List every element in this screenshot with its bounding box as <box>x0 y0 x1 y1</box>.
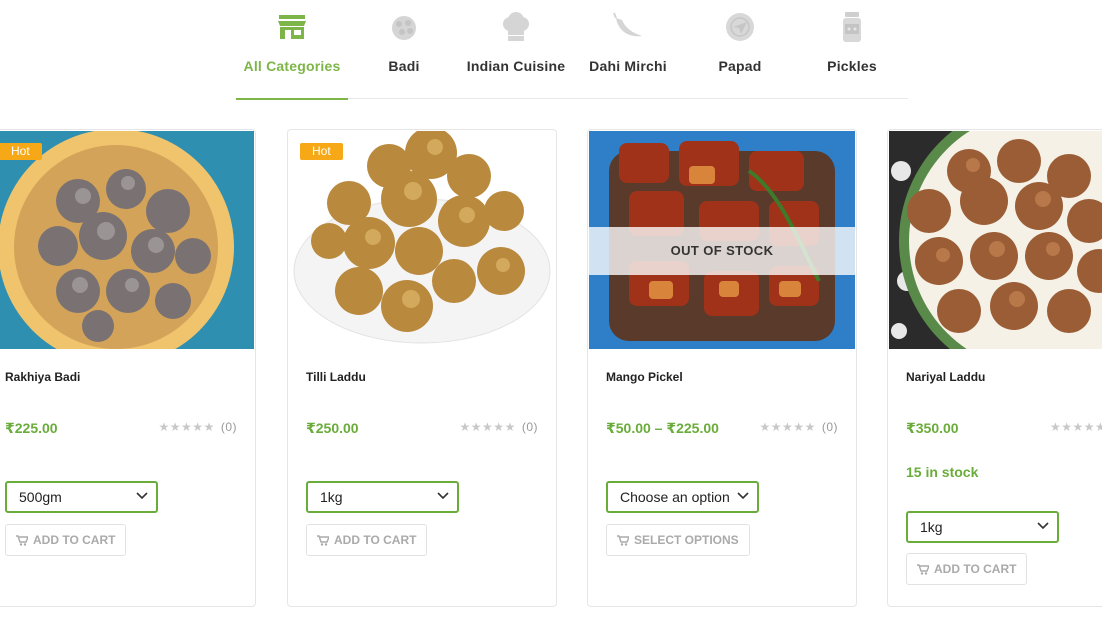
tab-papad[interactable]: Papad <box>684 0 796 99</box>
select-value: 1kg <box>320 489 343 505</box>
select-value: 500gm <box>19 489 62 505</box>
option-select[interactable]: Choose an option <box>606 481 759 513</box>
tab-dahi-mirchi[interactable]: Dahi Mirchi <box>572 0 684 99</box>
hot-badge: Hot <box>0 143 42 160</box>
chef-hat-icon <box>503 12 529 41</box>
product-card-tilli-laddu: Hot Tilli Laddu ₹250.00 ★★★★★ (0) 1kg ADD… <box>287 129 557 607</box>
chevron-down-icon <box>136 492 148 500</box>
product-price: ₹225.00 <box>5 420 58 436</box>
hot-badge: Hot <box>300 143 343 160</box>
button-label: SELECT OPTIONS <box>634 533 739 547</box>
star-rating: ★★★★★ <box>1050 420 1102 434</box>
tab-label: Badi <box>388 58 420 74</box>
product-card-nariyal-laddu: Nariyal Laddu ₹350.00 ★★★★★ 15 in stock … <box>887 129 1102 607</box>
tab-label: Dahi Mirchi <box>589 58 667 74</box>
star-rating: ★★★★★ (0) <box>459 420 538 434</box>
product-title[interactable]: Tilli Laddu <box>306 370 366 384</box>
product-price: ₹50.00 – ₹225.00 <box>606 420 719 436</box>
chevron-down-icon <box>1037 522 1049 530</box>
rating-count: (0) <box>220 420 237 434</box>
add-to-cart-button[interactable]: ADD TO CART <box>906 553 1028 585</box>
papad-icon <box>726 13 754 41</box>
tab-indian-cuisine[interactable]: Indian Cuisine <box>460 0 572 99</box>
rating-count: (0) <box>521 420 538 434</box>
cart-icon <box>917 564 931 575</box>
add-to-cart-button[interactable]: ADD TO CART <box>306 524 428 556</box>
product-title[interactable]: Nariyal Laddu <box>906 370 985 384</box>
select-value: Choose an option <box>620 489 730 505</box>
badi-icon <box>392 16 416 40</box>
product-image[interactable]: Hot <box>289 131 555 349</box>
tab-label: Pickles <box>827 58 877 74</box>
product-image[interactable] <box>889 131 1102 349</box>
cart-icon <box>16 535 30 546</box>
weight-select[interactable]: 1kg <box>306 481 459 513</box>
chevron-down-icon <box>737 492 749 500</box>
tab-badi[interactable]: Badi <box>348 0 460 99</box>
product-card-rakhiya-badi: Hot Rakhiya Badi ₹225.00 ★★★★★ (0) 500gm … <box>0 129 256 607</box>
weight-select[interactable]: 1kg <box>906 511 1059 543</box>
store-icon <box>278 15 306 39</box>
tab-label: Indian Cuisine <box>466 58 566 74</box>
pickle-jar-icon <box>843 12 861 42</box>
product-title[interactable]: Rakhiya Badi <box>5 370 80 384</box>
product-image[interactable]: OUT OF STOCK <box>589 131 855 349</box>
product-price: ₹250.00 <box>306 420 359 436</box>
tab-label: All Categories <box>243 58 341 74</box>
chili-icon <box>613 12 642 37</box>
cart-icon <box>317 535 331 546</box>
star-rating: ★★★★★ (0) <box>158 420 237 434</box>
product-card-mango-pickel: OUT OF STOCK Mango Pickel ₹50.00 – ₹225.… <box>587 129 857 607</box>
tab-pickles[interactable]: Pickles <box>796 0 908 99</box>
add-to-cart-button[interactable]: ADD TO CART <box>5 524 127 556</box>
chevron-down-icon <box>437 492 449 500</box>
tab-all-categories[interactable]: All Categories <box>236 0 348 100</box>
button-label: ADD TO CART <box>334 533 417 547</box>
out-of-stock-overlay: OUT OF STOCK <box>589 227 855 275</box>
category-tabs: All Categories Badi Indian Cuisine Dahi … <box>236 0 908 100</box>
rating-count: (0) <box>821 420 838 434</box>
cart-icon <box>617 535 631 546</box>
active-tab-indicator <box>236 98 348 100</box>
product-price: ₹350.00 <box>906 420 959 436</box>
star-rating: ★★★★★ (0) <box>759 420 838 434</box>
select-value: 1kg <box>920 519 943 535</box>
tab-label: Papad <box>718 58 762 74</box>
product-image[interactable]: Hot <box>0 131 254 349</box>
stock-status: 15 in stock <box>906 464 979 480</box>
select-options-button[interactable]: SELECT OPTIONS <box>606 524 750 556</box>
weight-select[interactable]: 500gm <box>5 481 158 513</box>
button-label: ADD TO CART <box>934 562 1017 576</box>
product-title[interactable]: Mango Pickel <box>606 370 683 384</box>
button-label: ADD TO CART <box>33 533 116 547</box>
